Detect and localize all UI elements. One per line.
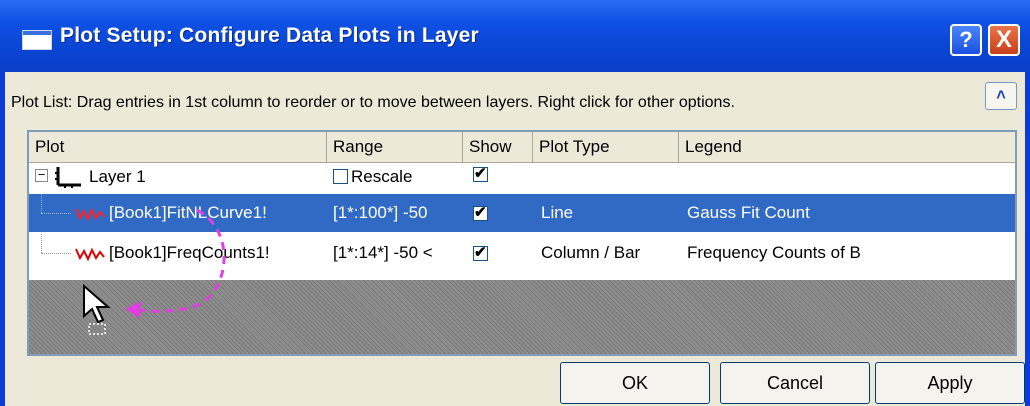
layer-axis-icon	[55, 167, 81, 188]
tree-connector	[41, 253, 71, 254]
column-header-show[interactable]: Show	[463, 132, 533, 162]
column-header-range[interactable]: Range	[327, 132, 463, 162]
plot-type[interactable]: Line	[541, 194, 573, 232]
apply-button[interactable]: Apply	[875, 362, 1025, 404]
column-header-legend[interactable]: Legend	[679, 132, 1015, 162]
rescale-checkbox[interactable]	[333, 169, 348, 184]
ok-button[interactable]: OK	[560, 362, 710, 404]
plot-legend[interactable]: Gauss Fit Count	[687, 194, 1007, 232]
plot-list-label: Plot List: Drag entries in 1st column to…	[11, 94, 735, 111]
title-bar[interactable]: Plot Setup: Configure Data Plots in Laye…	[0, 0, 1030, 72]
column-header-plot-type[interactable]: Plot Type	[533, 132, 679, 162]
collapse-button[interactable]: ˄	[985, 82, 1017, 110]
help-button[interactable]: ?	[950, 24, 982, 56]
dialog-client: Plot List: Drag entries in 1st column to…	[5, 72, 1025, 406]
tree-connector	[41, 234, 42, 253]
tree-connector	[41, 194, 42, 213]
plot-range[interactable]: [1*:14*] -50 <	[333, 234, 465, 272]
layer-row[interactable]: − Layer 1 Rescale ✔	[29, 162, 1015, 192]
line-plot-icon	[75, 207, 105, 221]
plot-type[interactable]: Column / Bar	[541, 234, 640, 272]
plot-legend[interactable]: Frequency Counts of B	[687, 234, 1007, 272]
tree-connector	[41, 213, 71, 214]
drag-arrow-icon	[125, 208, 226, 318]
dialog-window: Plot Setup: Configure Data Plots in Laye…	[0, 0, 1030, 406]
cancel-button[interactable]: Cancel	[720, 362, 870, 404]
plot-list-table[interactable]: Plot Range Show Plot Type Legend − Layer…	[27, 130, 1017, 356]
layer-name: Layer 1	[89, 167, 146, 186]
window-icon	[22, 30, 52, 50]
window-title: Plot Setup: Configure Data Plots in Laye…	[60, 24, 479, 47]
expand-toggle[interactable]: −	[35, 168, 48, 182]
line-plot-icon	[75, 247, 105, 261]
layer-show-checkbox[interactable]: ✔	[473, 165, 488, 182]
rescale-label: Rescale	[351, 167, 413, 186]
plot-show-checkbox[interactable]: ✔	[473, 204, 488, 221]
plot-range[interactable]: [1*:100*] -50	[333, 194, 465, 232]
close-button[interactable]: X	[988, 24, 1020, 56]
table-header: Plot Range Show Plot Type Legend	[29, 132, 1015, 163]
plot-show-checkbox[interactable]: ✔	[473, 244, 488, 261]
column-header-plot[interactable]: Plot	[29, 132, 327, 162]
